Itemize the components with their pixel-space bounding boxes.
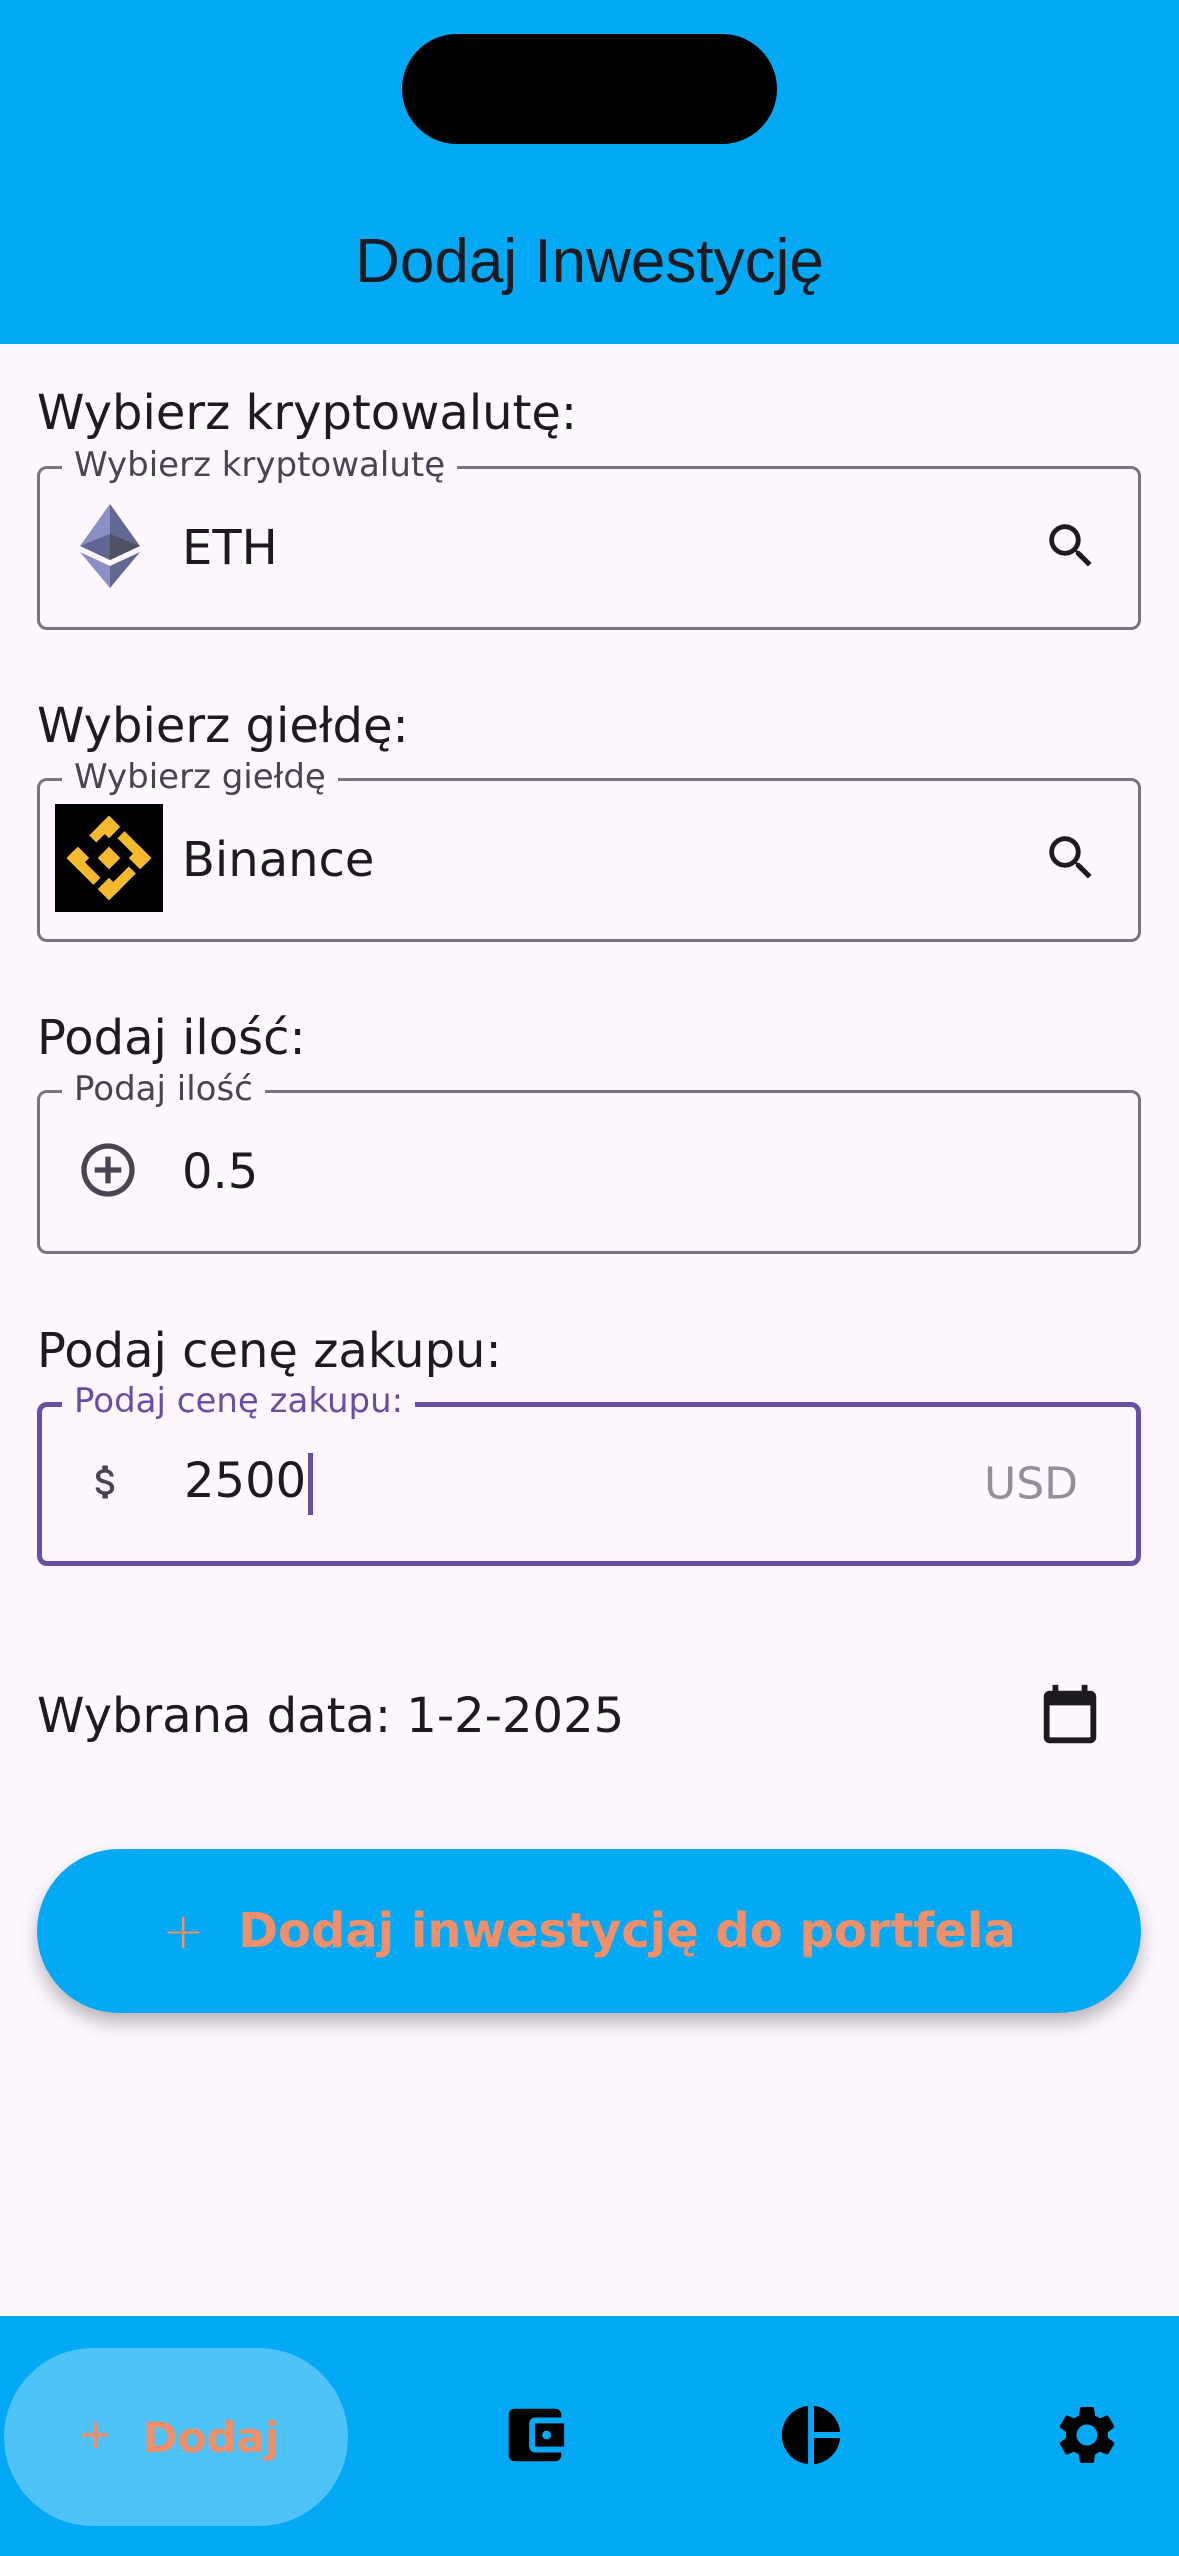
app-bar: Dodaj Inwestycję <box>0 0 1179 344</box>
amount-section-label: Podaj ilość: <box>37 1010 306 1066</box>
page-title: Dodaj Inwestycję <box>355 227 824 296</box>
plus-icon <box>73 2413 117 2461</box>
exchange-field-label: Wybierz giełdę <box>62 755 338 799</box>
wallet-icon[interactable] <box>500 2400 570 2470</box>
price-input[interactable]: Podaj cenę zakupu: 2500 USD <box>37 1379 1141 1566</box>
binance-logo-icon <box>55 804 163 916</box>
currency-suffix: USD <box>983 1458 1078 1510</box>
search-icon[interactable] <box>1042 517 1100 579</box>
ethereum-logo-icon <box>80 504 140 592</box>
amount-input[interactable]: Podaj ilość 0.5 <box>37 1067 1141 1254</box>
crypto-field-label: Wybierz kryptowalutę <box>62 443 458 487</box>
plus-icon: + <box>162 1902 205 1960</box>
add-investment-label: Dodaj inwestycję do portfela <box>238 1903 1016 1959</box>
selected-date: Wybrana data: 1-2-2025 <box>37 1688 625 1744</box>
amount-field-label: Podaj ilość <box>62 1067 265 1111</box>
nav-item-add[interactable]: Dodaj <box>4 2348 348 2526</box>
exchange-value: Binance <box>182 832 375 888</box>
crypto-select-field[interactable]: Wybierz kryptowalutę ETH <box>37 443 1141 630</box>
pie-chart-icon[interactable] <box>776 2400 846 2470</box>
crypto-value: ETH <box>182 520 278 576</box>
price-section-label: Podaj cenę zakupu: <box>37 1323 502 1379</box>
add-circle-icon <box>76 1138 140 1206</box>
add-investment-button[interactable]: + Dodaj inwestycję do portfela <box>37 1849 1141 2013</box>
amount-value: 0.5 <box>182 1144 259 1200</box>
price-field-label: Podaj cenę zakupu: <box>62 1379 416 1423</box>
dollar-icon <box>84 1450 128 1518</box>
nav-item-add-label: Dodaj <box>142 2412 280 2462</box>
crypto-section-label: Wybierz kryptowalutę: <box>37 385 578 441</box>
price-value: 2500 <box>184 1453 314 1515</box>
search-icon[interactable] <box>1042 829 1100 891</box>
exchange-section-label: Wybierz giełdę: <box>37 698 409 754</box>
bottom-nav: Dodaj <box>0 2316 1179 2556</box>
text-cursor <box>308 1453 314 1515</box>
gear-icon[interactable] <box>1052 2400 1122 2470</box>
exchange-select-field[interactable]: Wybierz giełdę Binance <box>37 755 1141 942</box>
dynamic-island <box>402 34 777 144</box>
calendar-icon[interactable] <box>1035 1681 1105 1757</box>
